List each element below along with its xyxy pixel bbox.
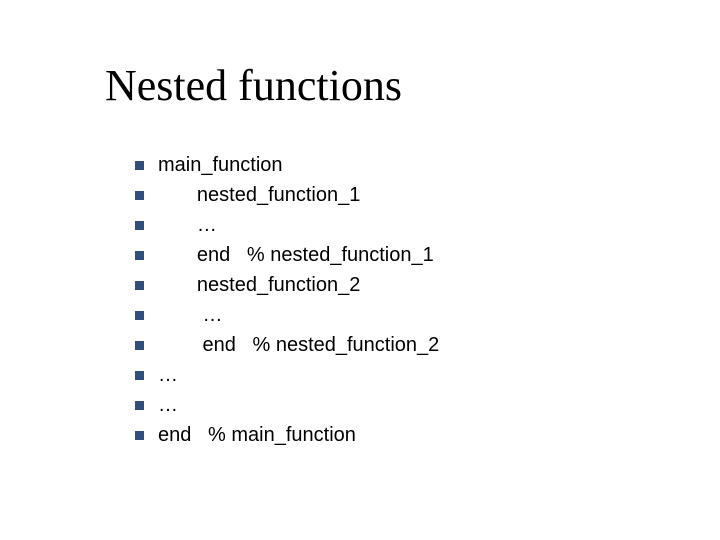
list-item: … [135,390,439,420]
bullet-icon [135,401,144,410]
bullet-icon [135,251,144,260]
list-item: nested_function_1 [135,180,439,210]
list-item-text: … [158,394,178,417]
slide-title: Nested functions [105,60,402,111]
list-item-text: nested_function_2 [158,274,360,297]
list-item-text: end % nested_function_1 [158,244,434,267]
list-item: main_function [135,150,439,180]
bullet-icon [135,311,144,320]
list-item: end % main_function [135,420,439,450]
list-item-text: … [158,214,217,237]
slide-body: main_function nested_function_1 … end % … [135,150,439,450]
list-item-text: nested_function_1 [158,184,360,207]
list-item-text: … [158,364,178,387]
slide: { "title": "Nested functions", "lines": … [0,0,720,540]
bullet-icon [135,281,144,290]
list-item: … [135,210,439,240]
list-item: … [135,300,439,330]
list-item-text: main_function [158,154,283,177]
bullet-icon [135,161,144,170]
bullet-icon [135,341,144,350]
bullet-icon [135,431,144,440]
bullet-icon [135,371,144,380]
list-item: end % nested_function_2 [135,330,439,360]
list-item-text: end % main_function [158,424,356,447]
list-item-text: … [158,304,222,327]
bullet-icon [135,221,144,230]
list-item: end % nested_function_1 [135,240,439,270]
list-item-text: end % nested_function_2 [158,334,439,357]
bullet-icon [135,191,144,200]
list-item: nested_function_2 [135,270,439,300]
list-item: … [135,360,439,390]
